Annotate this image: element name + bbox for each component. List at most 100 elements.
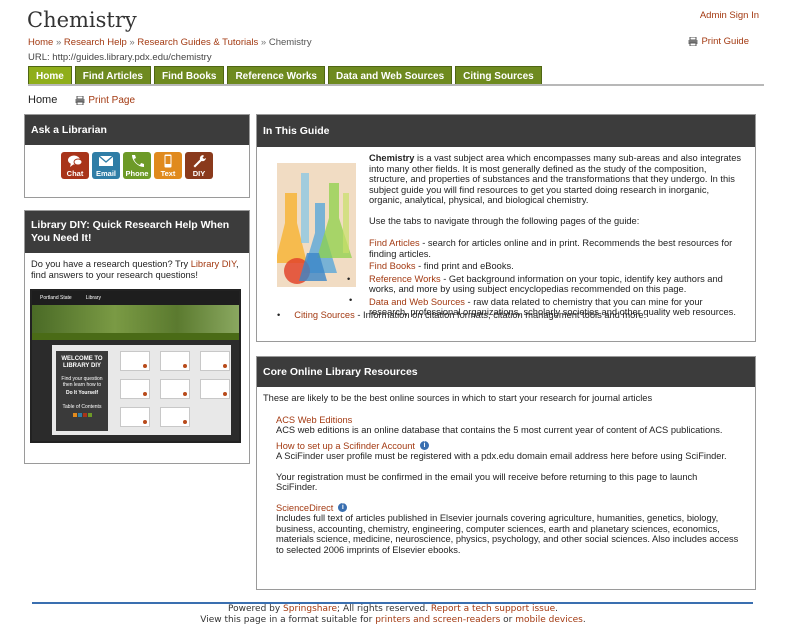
library-diy-box: Library DIY: Quick Research Help When Yo… <box>24 210 250 464</box>
diy-text-before: Do you have a research question? Try <box>31 259 191 269</box>
text-button[interactable]: Text <box>154 152 182 179</box>
diy-toc-icons <box>56 413 108 417</box>
phone-icon <box>132 155 144 167</box>
resource-title: ACS Web Editions <box>276 415 741 426</box>
find-articles-desc: - search for articles online and in prin… <box>369 238 733 259</box>
print-page-link[interactable]: Print Page <box>75 95 135 106</box>
tab-find-articles[interactable]: Find Articles <box>74 66 151 85</box>
diy-screenshot-nav <box>32 333 239 340</box>
list-item: • Reference Works - Get background inform… <box>347 274 743 295</box>
reference-works-link[interactable]: Reference Works <box>369 274 441 284</box>
powered-by-text: Powered by <box>228 604 284 614</box>
tab-find-books[interactable]: Find Books <box>154 66 225 85</box>
bullet-icon: • <box>347 273 351 284</box>
find-books-desc: - find print and eBooks. <box>415 261 514 271</box>
diy-tagline-text: Find your question then learn how to <box>61 376 103 388</box>
tab-citing-sources[interactable]: Citing Sources <box>455 66 542 85</box>
breadcrumb-separator: » <box>260 37 267 48</box>
breadcrumb-research-guides[interactable]: Research Guides & Tutorials <box>137 37 258 48</box>
list-item: Find Articles - search for articles onli… <box>369 238 743 259</box>
library-diy-screenshot[interactable]: Portland State Library WELCOME TO LIBRAR… <box>30 289 241 443</box>
resource-list: ACS Web Editions ACS web editions is an … <box>263 415 741 556</box>
footer-line-2: View this page in a format suitable for … <box>0 615 786 626</box>
diy-screenshot-logo: Portland State <box>40 295 72 301</box>
diy-screenshot-banner <box>32 305 239 333</box>
citing-sources-desc: - Information on citation formats, citat… <box>354 310 647 320</box>
acs-web-editions-link[interactable]: ACS Web Editions <box>276 415 352 426</box>
print-guide-label: Print Guide <box>701 36 749 47</box>
scifinder-setup-link[interactable]: How to set up a Scifinder Account <box>276 441 415 452</box>
diy-card <box>160 379 190 399</box>
breadcrumb-home[interactable]: Home <box>28 37 53 48</box>
breadcrumb-research-help[interactable]: Research Help <box>64 37 127 48</box>
in-this-guide-title: In This Guide <box>257 115 755 147</box>
data-web-sources-link[interactable]: Data and Web Sources <box>369 297 465 307</box>
diy-card <box>120 379 150 399</box>
core-resources-body: These are likely to be the best online s… <box>263 393 741 555</box>
find-articles-link[interactable]: Find Articles <box>369 238 420 248</box>
sciencedirect-link[interactable]: ScienceDirect <box>276 503 333 514</box>
tab-data-web-sources[interactable]: Data and Web Sources <box>327 66 453 85</box>
in-this-guide-text: Chemistry is a vast subject area which e… <box>347 153 743 320</box>
admin-signin-link[interactable]: Admin Sign In <box>700 10 759 21</box>
ask-librarian-box: Ask a Librarian Chat Email Phone Text DI… <box>24 114 250 198</box>
mobile-devices-link[interactable]: mobile devices <box>515 615 583 625</box>
ask-librarian-buttons: Chat Email Phone Text DIY <box>25 152 249 179</box>
diy-label: DIY <box>192 169 206 178</box>
chemistry-flasks-image <box>277 163 356 287</box>
flasks-illustration <box>277 163 356 287</box>
view-format-text: View this page in a format suitable for <box>200 615 376 625</box>
diy-screenshot-main: WELCOME TO LIBRARY DIY Find your questio… <box>52 345 231 435</box>
diy-screenshot-header: Portland State Library <box>32 291 239 305</box>
tab-reference-works[interactable]: Reference Works <box>227 66 325 85</box>
find-books-link[interactable]: Find Books <box>369 261 416 271</box>
chat-button[interactable]: Chat <box>61 152 89 179</box>
tab-home[interactable]: Home <box>28 66 72 85</box>
footer: Powered by Springshare; All rights reser… <box>0 604 786 626</box>
print-guide-link[interactable]: Print Guide <box>688 36 749 47</box>
breadcrumb-separator: » <box>55 37 62 48</box>
breadcrumb-separator: » <box>129 37 135 48</box>
breadcrumb: Home » Research Help » Research Guides &… <box>28 37 312 48</box>
breadcrumb-current: Chemistry <box>268 37 312 48</box>
phone-button[interactable]: Phone <box>123 152 151 179</box>
springshare-link[interactable]: Springshare <box>283 604 337 614</box>
resource-desc: ACS web editions is an online database t… <box>276 425 723 435</box>
library-diy-title: Library DIY: Quick Research Help When Yo… <box>25 211 249 253</box>
report-issue-link[interactable]: Report a tech support issue <box>431 604 555 614</box>
core-resources-title: Core Online Library Resources <box>257 357 755 387</box>
diy-screenshot-sidebar: WELCOME TO LIBRARY DIY Find your questio… <box>56 351 108 431</box>
resource-desc-2: Your registration must be confirmed in t… <box>276 471 698 493</box>
guide-intro-text: is a vast subject area which encompasses… <box>369 153 742 205</box>
subnav-home[interactable]: Home <box>28 94 57 106</box>
email-button[interactable]: Email <box>92 152 120 179</box>
diy-button[interactable]: DIY <box>185 152 213 179</box>
footer-line-1: Powered by Springshare; All rights reser… <box>0 604 786 615</box>
end-text: . <box>582 615 586 625</box>
guide-url: URL: http://guides.library.pdx.edu/chemi… <box>28 52 212 63</box>
printers-link[interactable]: printers and screen-readers <box>375 615 500 625</box>
in-this-guide-box: In This Guide Chemistry is a vast subjec… <box>256 114 756 342</box>
resource-desc: Includes full text of articles published… <box>276 513 739 555</box>
email-label: Email <box>95 169 116 178</box>
library-diy-link[interactable]: Library DIY <box>191 259 236 269</box>
chat-label: Chat <box>66 169 84 178</box>
guide-tabs: Home Find Articles Find Books Reference … <box>28 66 542 85</box>
info-icon[interactable]: i <box>338 503 348 513</box>
info-icon[interactable]: i <box>420 441 430 451</box>
text-label: Text <box>160 169 176 178</box>
citing-sources-link[interactable]: Citing Sources <box>294 310 354 320</box>
diy-card <box>160 351 190 371</box>
ask-librarian-title: Ask a Librarian <box>25 115 249 145</box>
printer-icon <box>75 95 85 105</box>
email-icon <box>98 155 114 166</box>
chat-icon <box>68 155 83 167</box>
diy-doit-text: Do It Yourself <box>65 390 99 396</box>
list-item: Find Books - find print and eBooks. <box>369 261 743 272</box>
core-resources-box: Core Online Library Resources These are … <box>256 356 756 590</box>
or-text: or <box>500 615 516 625</box>
guide-intro-bold: Chemistry <box>369 153 415 163</box>
resource-title: ScienceDirect i <box>276 503 741 514</box>
rights-text: ; All rights reserved. <box>337 604 431 614</box>
tab-divider <box>28 84 764 86</box>
